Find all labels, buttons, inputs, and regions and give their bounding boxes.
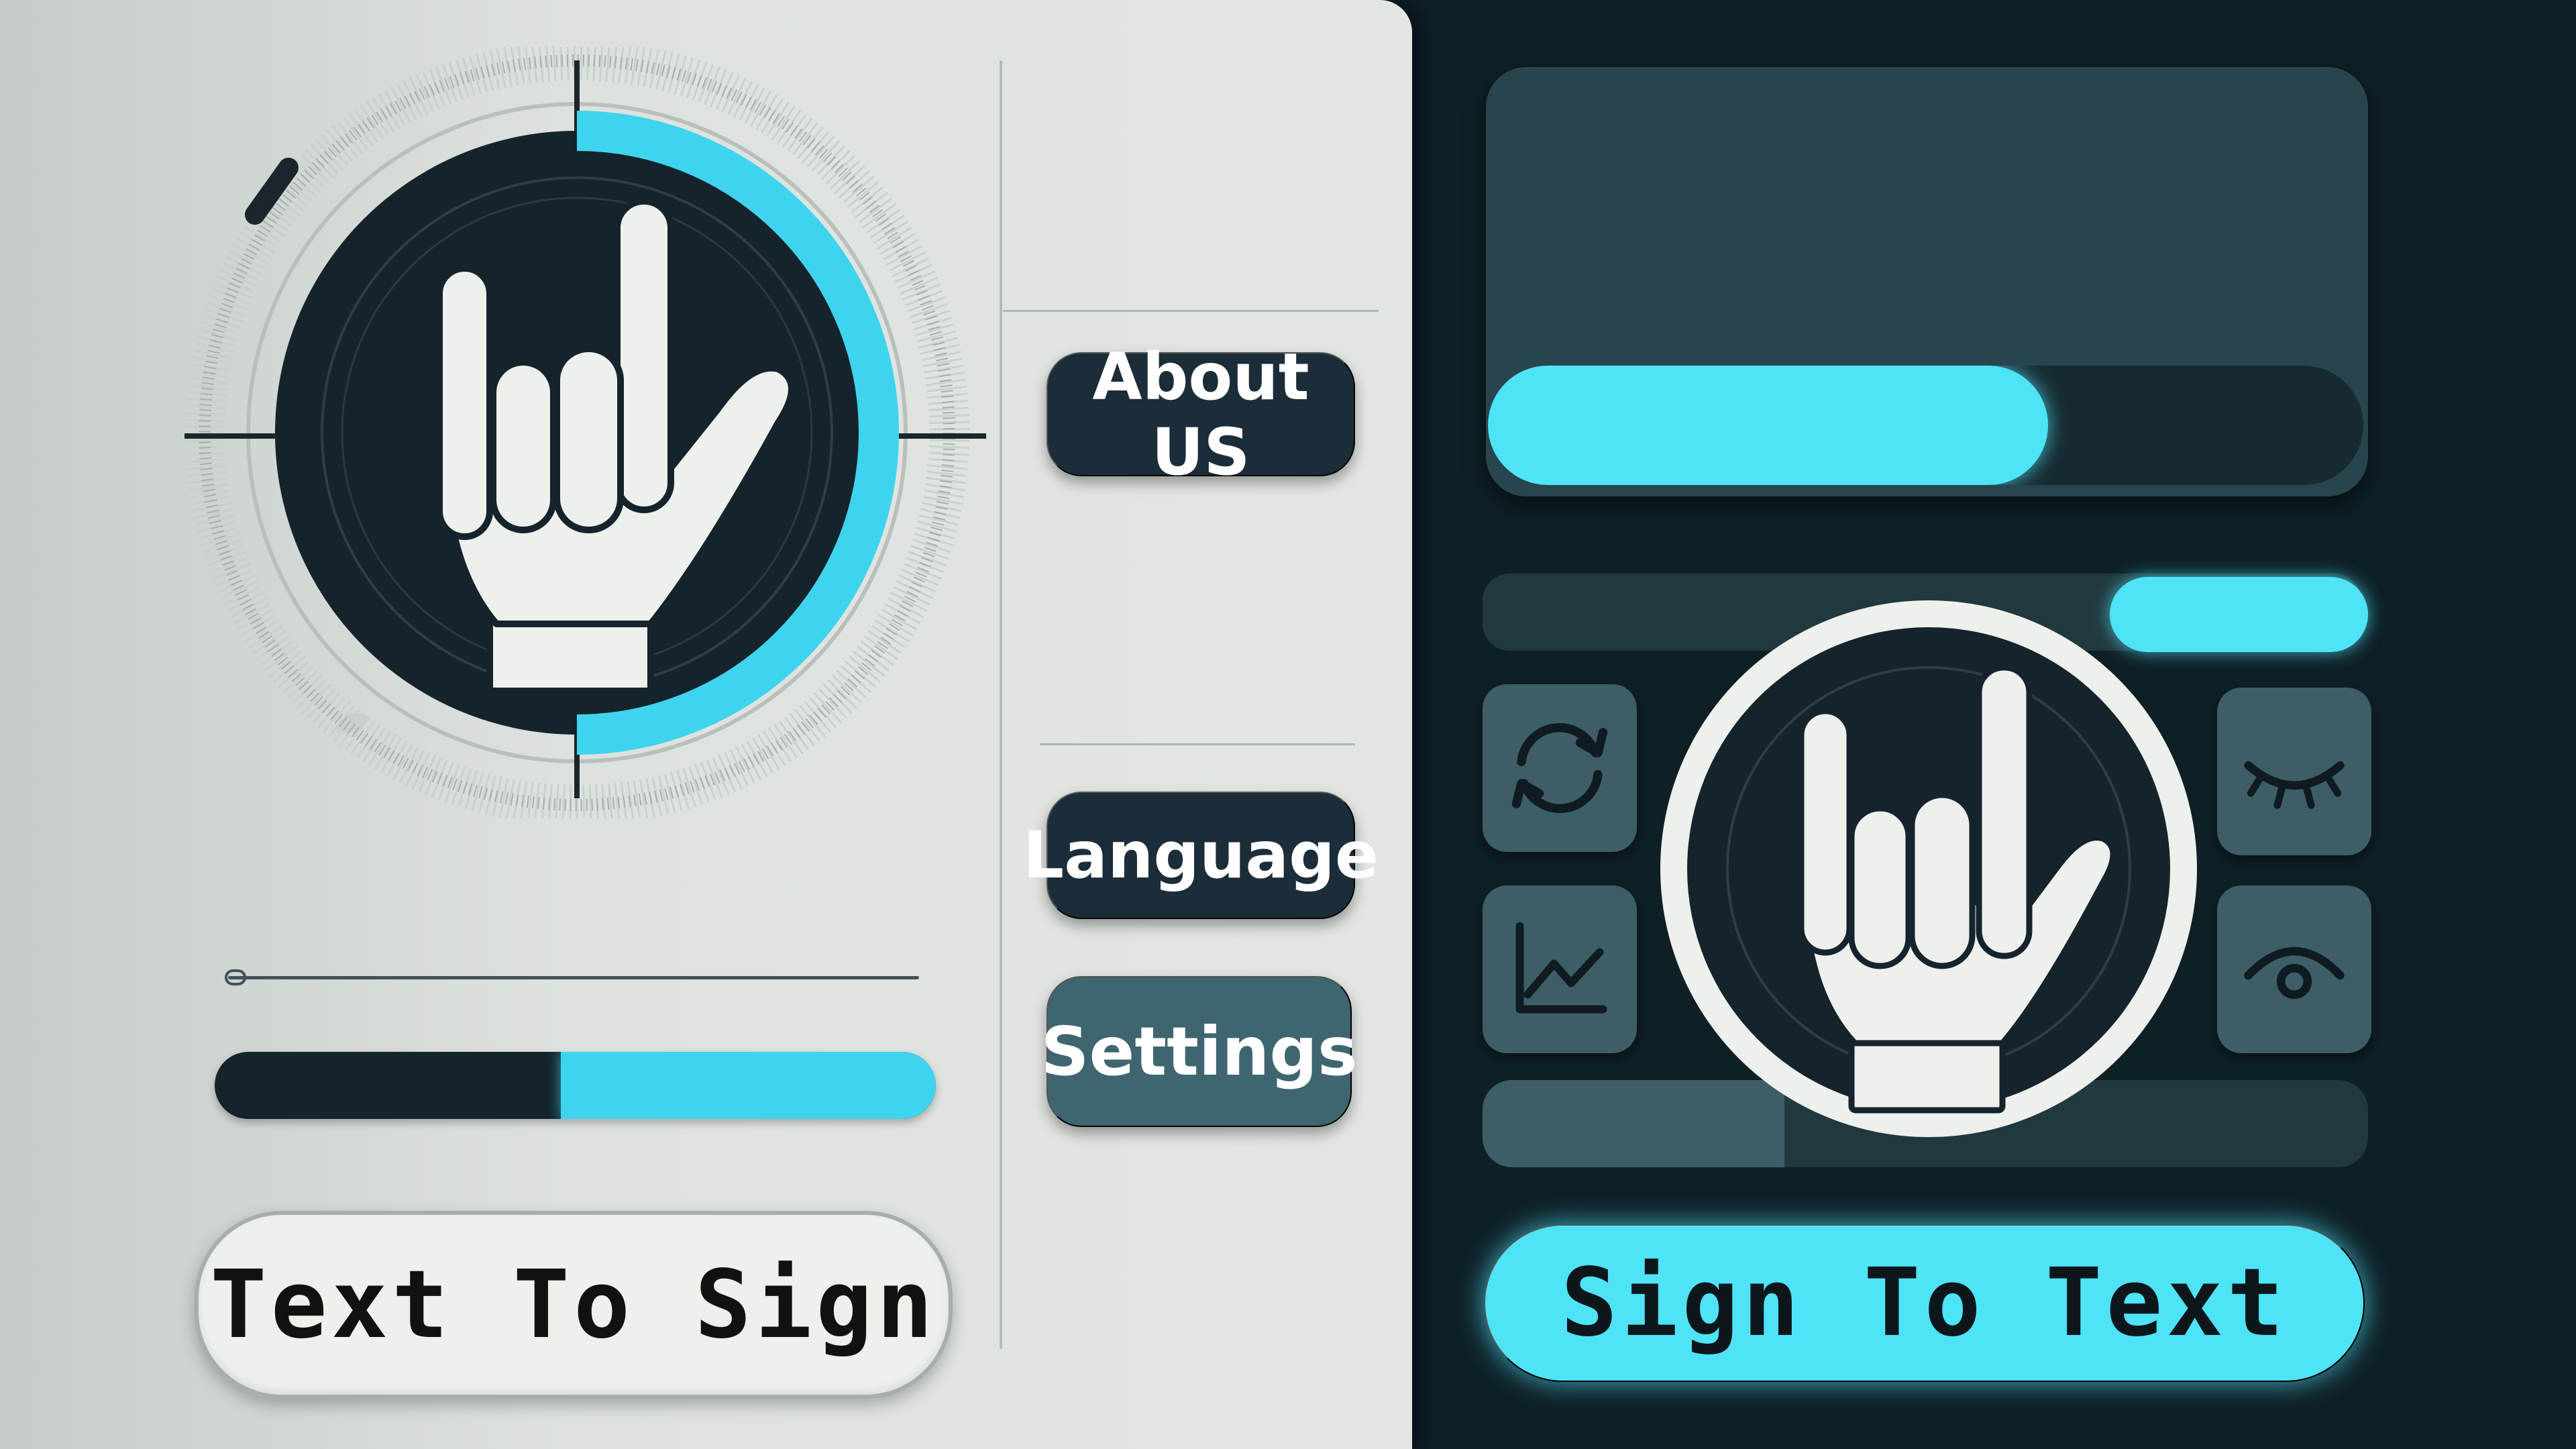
slider-handle[interactable]: [225, 969, 246, 985]
vertical-divider: [1000, 60, 1002, 1348]
text-to-sign-button[interactable]: Text To Sign: [195, 1211, 953, 1399]
show-button[interactable]: [2217, 885, 2371, 1053]
hand-logo-icon: [1660, 600, 2197, 1137]
about-us-button[interactable]: About US: [1046, 339, 1355, 490]
refresh-icon: [1511, 723, 1608, 813]
refresh-button[interactable]: [1483, 684, 1637, 852]
language-button[interactable]: Language: [1023, 792, 1379, 919]
eye-open-icon: [2244, 947, 2345, 1000]
eye-closed-icon: [2244, 761, 2345, 809]
hide-button[interactable]: [2217, 688, 2371, 855]
progress-bar-right: [1488, 366, 2363, 485]
sign-to-text-button[interactable]: Sign To Text: [1484, 1224, 2365, 1382]
progress-fill-right: [1488, 366, 2049, 485]
stats-button[interactable]: [1483, 885, 1637, 1053]
menu-divider: [1003, 310, 1379, 312]
settings-button[interactable]: Settings: [1040, 976, 1358, 1127]
progress-fill-left: [561, 1052, 936, 1119]
chart-icon: [1515, 922, 1607, 1014]
slider-track[interactable]: [228, 976, 919, 979]
hand-logo-icon: [184, 47, 986, 818]
progress-bar-left: [215, 1052, 936, 1119]
menu-divider: [1040, 743, 1355, 745]
